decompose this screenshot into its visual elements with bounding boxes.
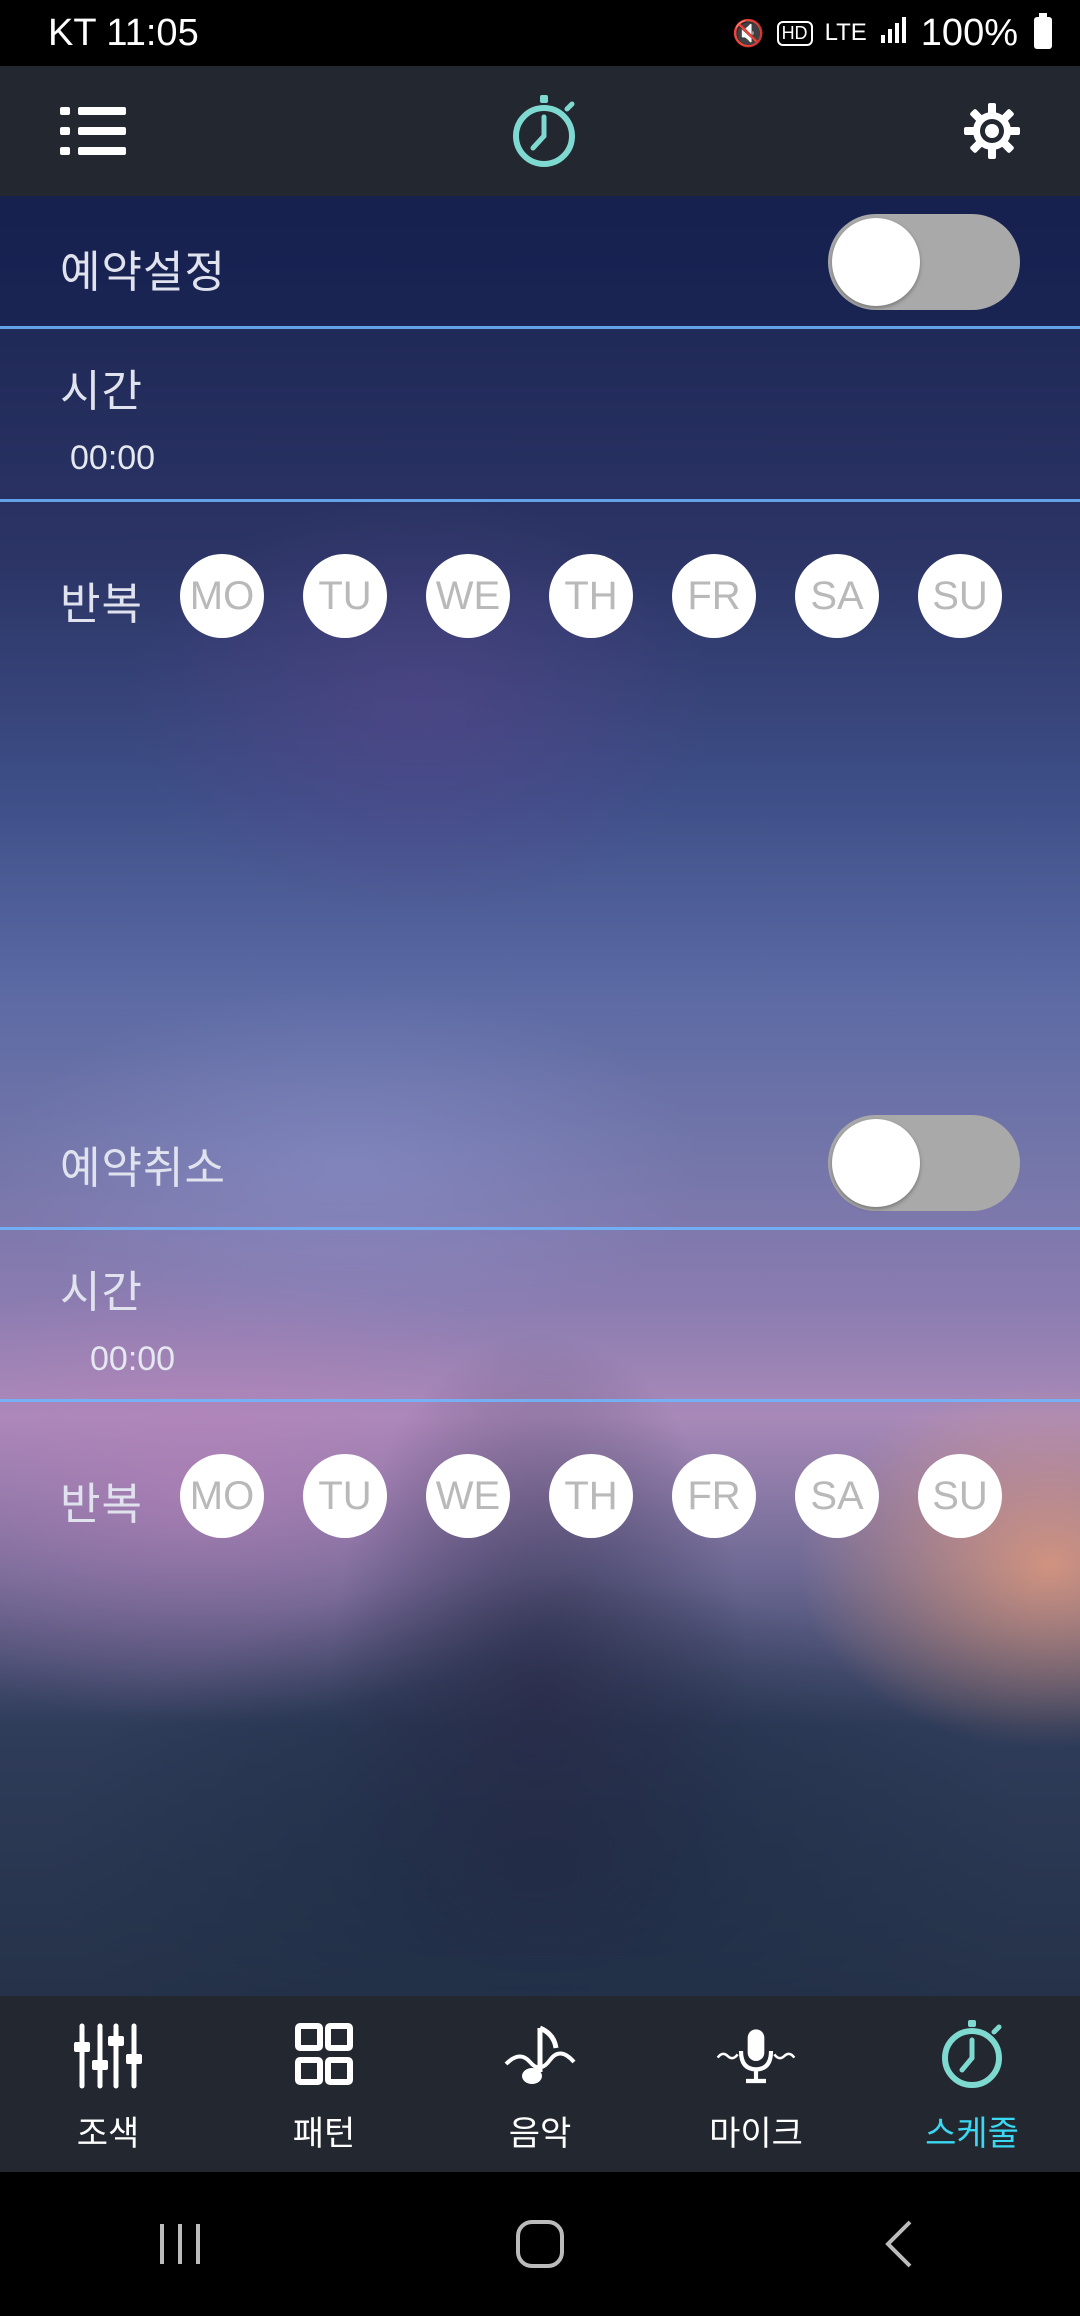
- menu-icon[interactable]: [60, 103, 126, 159]
- schedule-off-toggle[interactable]: [828, 1115, 1020, 1211]
- mute-icon: 🔇: [732, 17, 765, 48]
- schedule-off-repeat-label: 반복: [60, 1479, 143, 1530]
- schedule-on-time-value: 00:00: [70, 439, 156, 477]
- day-sa[interactable]: SA: [795, 554, 879, 638]
- divider: [0, 499, 1080, 502]
- hd-icon: HD: [776, 20, 813, 46]
- status-carrier-time: KT 11:05: [48, 11, 199, 54]
- timer-icon: [942, 2020, 1002, 2088]
- signal-icon: [879, 15, 909, 52]
- music-icon: [504, 2025, 576, 2084]
- schedule-off-section: 예약취소: [0, 1096, 1080, 1226]
- nav-label-schedule: 스케줄: [925, 2114, 1019, 2154]
- day-we[interactable]: WE: [426, 554, 510, 638]
- battery-percent: 100%: [920, 11, 1018, 54]
- nav-label-mic: 마이크: [709, 2114, 803, 2154]
- nav-item-music[interactable]: 음악: [432, 1996, 648, 2172]
- schedule-on-section: 예약설정: [0, 196, 1080, 326]
- schedule-on-days: MO TU WE TH FR SA SU: [180, 554, 1041, 638]
- microphone-icon: [716, 2029, 796, 2084]
- status-bar: KT 11:05 🔇 HD LTE 100%: [0, 0, 1080, 66]
- day-tu[interactable]: TU: [303, 554, 387, 638]
- schedule-on-repeat-label: 반복: [60, 579, 143, 630]
- schedule-off-time-value: 00:00: [90, 1340, 176, 1378]
- day-mo[interactable]: MO: [180, 1454, 264, 1538]
- day-su[interactable]: SU: [918, 554, 1002, 638]
- grid-icon: [295, 2023, 353, 2085]
- day-fr[interactable]: FR: [672, 554, 756, 638]
- nav-item-color[interactable]: 조색: [0, 1996, 216, 2172]
- app-bar: [0, 66, 1080, 196]
- gear-icon[interactable]: [962, 101, 1022, 161]
- schedule-on-title: 예약설정: [60, 247, 226, 298]
- system-nav-bar: [0, 2172, 1080, 2316]
- nav-label-color: 조색: [76, 2114, 140, 2154]
- home-icon[interactable]: [510, 2214, 570, 2274]
- schedule-off-time-label: 시간: [60, 1267, 143, 1318]
- schedule-on-time-row[interactable]: 시간 00:00: [0, 329, 1080, 499]
- nav-item-schedule[interactable]: 스케줄: [864, 1996, 1080, 2172]
- schedule-on-time-label: 시간: [60, 366, 143, 417]
- schedule-off-days: MO TU WE TH FR SA SU: [180, 1454, 1041, 1538]
- day-mo[interactable]: MO: [180, 554, 264, 638]
- day-we[interactable]: WE: [426, 1454, 510, 1538]
- lte-icon: LTE: [824, 19, 867, 46]
- day-su[interactable]: SU: [918, 1454, 1002, 1538]
- day-th[interactable]: TH: [549, 1454, 633, 1538]
- schedule-off-title: 예약취소: [60, 1143, 226, 1194]
- day-th[interactable]: TH: [549, 554, 633, 638]
- back-icon[interactable]: [870, 2214, 930, 2274]
- nav-item-pattern[interactable]: 패턴: [216, 1996, 432, 2172]
- bottom-nav: 조색 패턴 음악 마이크 스케줄: [0, 1996, 1080, 2172]
- schedule-on-toggle[interactable]: [828, 214, 1020, 310]
- sliders-icon: [74, 2023, 142, 2089]
- divider: [0, 1399, 1080, 1402]
- recent-apps-icon[interactable]: [150, 2214, 210, 2274]
- day-tu[interactable]: TU: [303, 1454, 387, 1538]
- nav-item-mic[interactable]: 마이크: [648, 1996, 864, 2172]
- battery-icon: [1034, 13, 1052, 49]
- schedule-off-time-row[interactable]: 시간 00:00: [0, 1230, 1080, 1400]
- day-fr[interactable]: FR: [672, 1454, 756, 1538]
- nav-label-pattern: 패턴: [292, 2114, 356, 2154]
- timer-icon: [513, 95, 575, 167]
- nav-label-music: 음악: [508, 2114, 572, 2154]
- day-sa[interactable]: SA: [795, 1454, 879, 1538]
